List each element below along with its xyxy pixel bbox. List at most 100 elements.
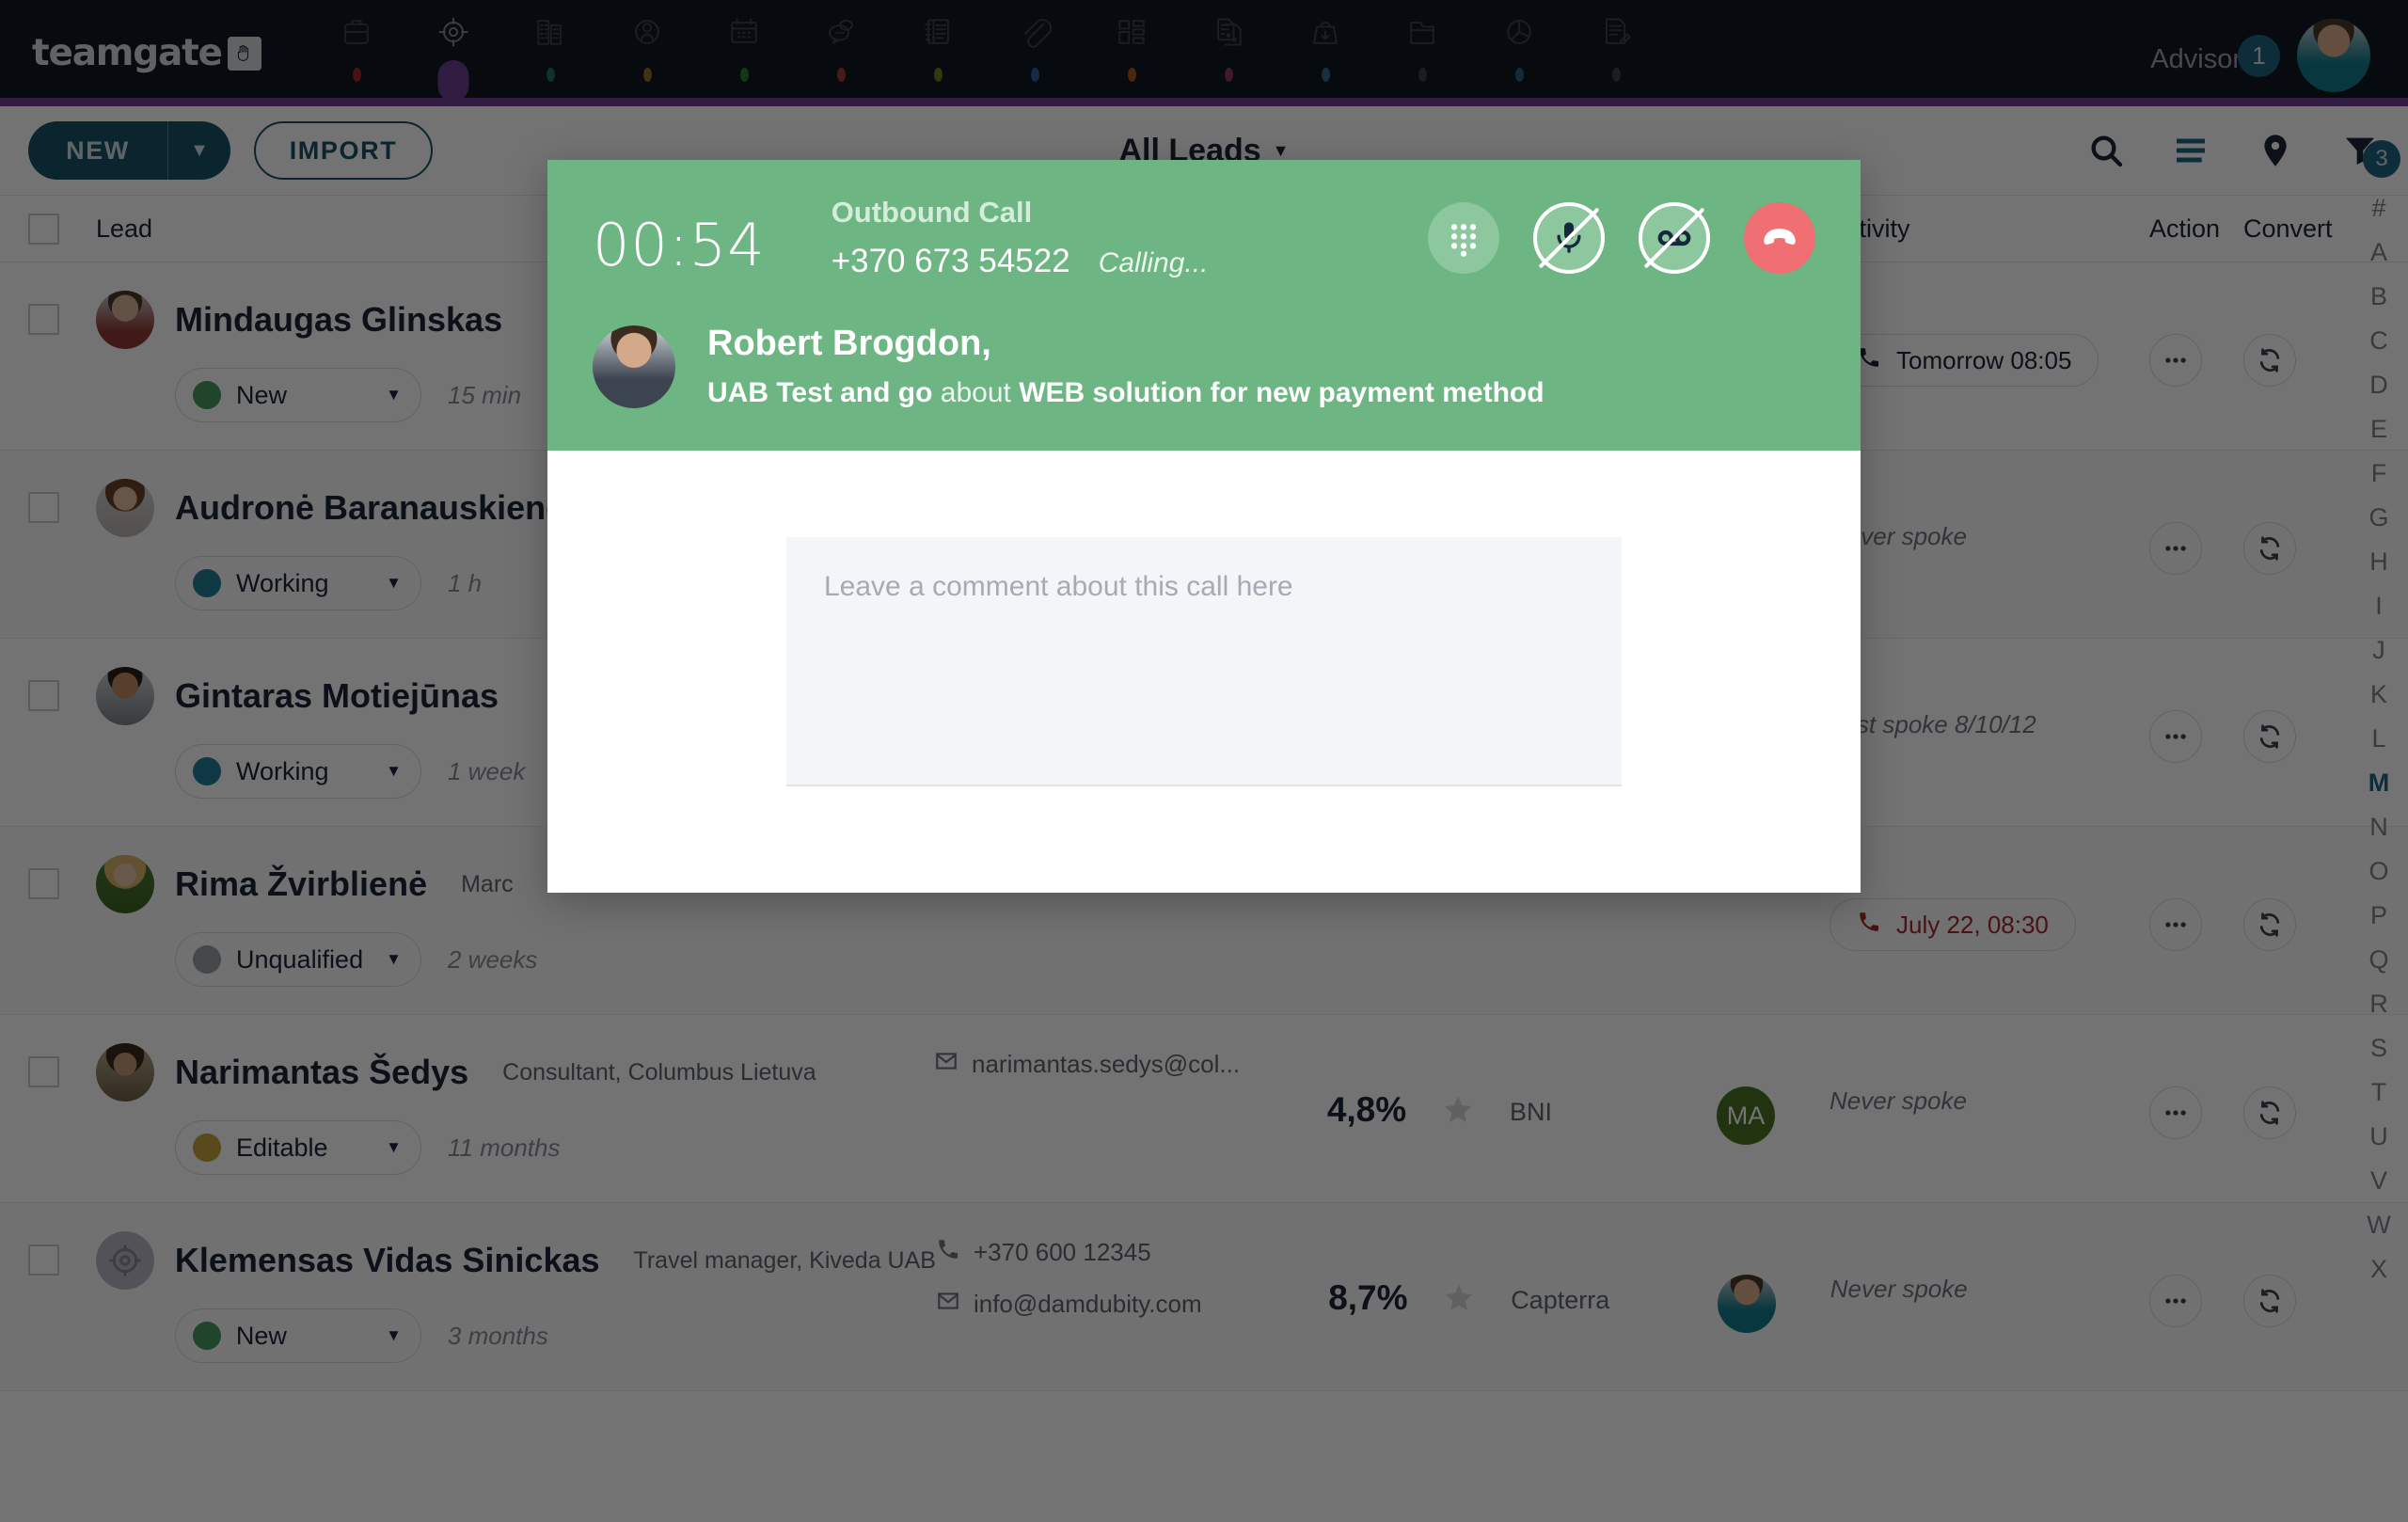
select-all-checkbox[interactable]	[28, 213, 96, 245]
row-actions-button[interactable]	[2149, 855, 2243, 951]
import-button[interactable]: IMPORT	[254, 121, 433, 180]
lead-email[interactable]: info@damdubity.com	[936, 1289, 1293, 1320]
row-checkbox[interactable]	[28, 1231, 96, 1276]
status-dropdown[interactable]: Working ▼	[175, 556, 421, 610]
status-dropdown[interactable]: Working ▼	[175, 744, 421, 799]
lead-name[interactable]: Audronė Baranauskienė	[175, 488, 564, 528]
nav-item-calendar[interactable]	[696, 0, 793, 82]
nav-item-documents[interactable]	[1180, 0, 1277, 82]
alphabet-letter-W[interactable]: W	[2367, 1203, 2390, 1247]
lead-avatar[interactable]	[95, 1231, 154, 1290]
alphabet-letter-E[interactable]: E	[2370, 407, 2387, 452]
row-checkbox[interactable]	[28, 667, 96, 711]
alphabet-letter-C[interactable]: C	[2369, 319, 2388, 363]
lead-email[interactable]: narimantas.sedys@col...	[934, 1049, 1291, 1080]
alphabet-letter-B[interactable]: B	[2370, 275, 2387, 319]
list-view-icon[interactable]	[2171, 131, 2210, 170]
activity-pill[interactable]: Tomorrow 08:05	[1830, 334, 2099, 387]
alphabet-letter-R[interactable]: R	[2369, 982, 2388, 1026]
nav-item-chat[interactable]	[793, 0, 890, 82]
alphabet-letter-S[interactable]: S	[2370, 1026, 2387, 1070]
row-checkbox[interactable]	[28, 291, 96, 335]
status-dropdown[interactable]: Unqualified ▼	[175, 932, 421, 987]
nav-item-notepad[interactable]	[890, 0, 987, 82]
row-checkbox[interactable]	[28, 479, 96, 523]
owner-avatar[interactable]: MA	[1717, 1086, 1775, 1145]
column-activity[interactable]: Activity	[1830, 214, 2149, 244]
lead-name[interactable]: Klemensas Vidas Sinickas	[175, 1241, 600, 1280]
alphabet-letter-V[interactable]: V	[2370, 1159, 2387, 1203]
mail-icon	[934, 1049, 958, 1080]
lead-name[interactable]: Narimantas Šedys	[175, 1053, 468, 1092]
lead-name[interactable]: Rima Žvirblienė	[175, 864, 427, 904]
nav-item-briefcase[interactable]	[309, 0, 405, 82]
nav-item-edit-doc[interactable]	[1568, 0, 1665, 82]
nav-item-piechart[interactable]	[1471, 0, 1568, 82]
alphabet-letter-K[interactable]: K	[2370, 673, 2387, 717]
mute-mic-button[interactable]	[1533, 202, 1605, 274]
alphabet-index: # A B C D E F G H I J K L M N O P Q R S T U V W X	[2350, 186, 2408, 1292]
alphabet-letter-Q[interactable]: Q	[2368, 938, 2388, 982]
lead-name[interactable]: Mindaugas Glinskas	[175, 300, 502, 340]
owner-avatar[interactable]	[1717, 1275, 1776, 1333]
row-actions-button[interactable]	[2149, 291, 2243, 387]
lead-age: 15 min	[448, 380, 522, 409]
search-icon[interactable]	[2086, 131, 2126, 170]
status-dropdown[interactable]: Editable ▼	[175, 1120, 421, 1175]
alphabet-letter-G[interactable]: G	[2368, 496, 2388, 540]
new-button[interactable]: NEW ▼	[28, 121, 230, 180]
row-checkbox[interactable]	[28, 1043, 96, 1087]
nav-item-person[interactable]	[599, 0, 696, 82]
alphabet-letter-I[interactable]: I	[2375, 584, 2383, 628]
nav-item-buildings[interactable]	[502, 0, 599, 82]
nav-item-paperclip[interactable]	[987, 0, 1084, 82]
hang-up-button[interactable]	[1744, 202, 1815, 274]
nav-item-inbox[interactable]	[1277, 0, 1374, 82]
app-logo[interactable]: teamgate	[32, 32, 261, 74]
record-call-button[interactable]	[1639, 202, 1710, 274]
activity-pill[interactable]: July 22, 08:30	[1830, 898, 2076, 951]
filter-icon[interactable]: 3	[2340, 131, 2400, 178]
table-row[interactable]: Klemensas Vidas Sinickas Travel manager, …	[0, 1203, 2408, 1391]
lead-avatar[interactable]	[96, 855, 154, 913]
lead-avatar[interactable]	[96, 667, 154, 725]
nav-item-folder[interactable]	[1374, 0, 1471, 82]
nav-item-target[interactable]	[405, 0, 502, 102]
alphabet-letter-O[interactable]: O	[2368, 849, 2388, 894]
row-actions-button[interactable]	[2149, 1043, 2243, 1139]
status-dropdown[interactable]: New ▼	[175, 368, 421, 422]
alphabet-letter-#[interactable]: #	[2371, 186, 2385, 230]
chevron-down-icon[interactable]: ▼	[168, 121, 230, 180]
row-checkbox[interactable]	[28, 855, 96, 899]
row-actions-button[interactable]	[2149, 479, 2243, 575]
status-dropdown[interactable]: New ▼	[174, 1308, 421, 1363]
lead-name[interactable]: Gintaras Motiejūnas	[175, 676, 499, 716]
alphabet-letter-N[interactable]: N	[2369, 805, 2388, 849]
alphabet-letter-L[interactable]: L	[2371, 717, 2385, 761]
lead-avatar[interactable]	[96, 291, 154, 349]
alphabet-letter-A[interactable]: A	[2370, 230, 2387, 275]
alphabet-letter-M[interactable]: M	[2368, 761, 2390, 805]
lead-avatar[interactable]	[96, 1043, 154, 1102]
avatar[interactable]	[2297, 19, 2370, 92]
table-row[interactable]: Narimantas Šedys Consultant, Columbus Lie…	[0, 1015, 2408, 1203]
alphabet-letter-H[interactable]: H	[2369, 540, 2388, 584]
dialpad-button[interactable]	[1428, 202, 1499, 274]
nav-item-dashboard[interactable]	[1084, 0, 1180, 82]
alphabet-letter-D[interactable]: D	[2369, 363, 2388, 407]
alphabet-letter-P[interactable]: P	[2370, 894, 2387, 938]
star-icon[interactable]	[1443, 1231, 1511, 1319]
alphabet-letter-U[interactable]: U	[2369, 1115, 2388, 1159]
lead-phone[interactable]: +370 600 12345	[936, 1237, 1293, 1268]
map-pin-icon[interactable]	[2256, 131, 2295, 170]
row-actions-button[interactable]	[2149, 667, 2243, 763]
alphabet-letter-F[interactable]: F	[2371, 452, 2387, 496]
star-icon[interactable]	[1442, 1043, 1510, 1131]
call-comment-input[interactable]: Leave a comment about this call here	[786, 537, 1622, 786]
row-actions-button[interactable]	[2149, 1231, 2243, 1327]
alphabet-letter-X[interactable]: X	[2370, 1247, 2387, 1292]
alphabet-letter-J[interactable]: J	[2372, 628, 2385, 673]
alphabet-letter-T[interactable]: T	[2371, 1070, 2387, 1115]
advisor-button[interactable]: Advisor 1	[2150, 34, 2280, 77]
lead-avatar[interactable]	[96, 479, 154, 537]
